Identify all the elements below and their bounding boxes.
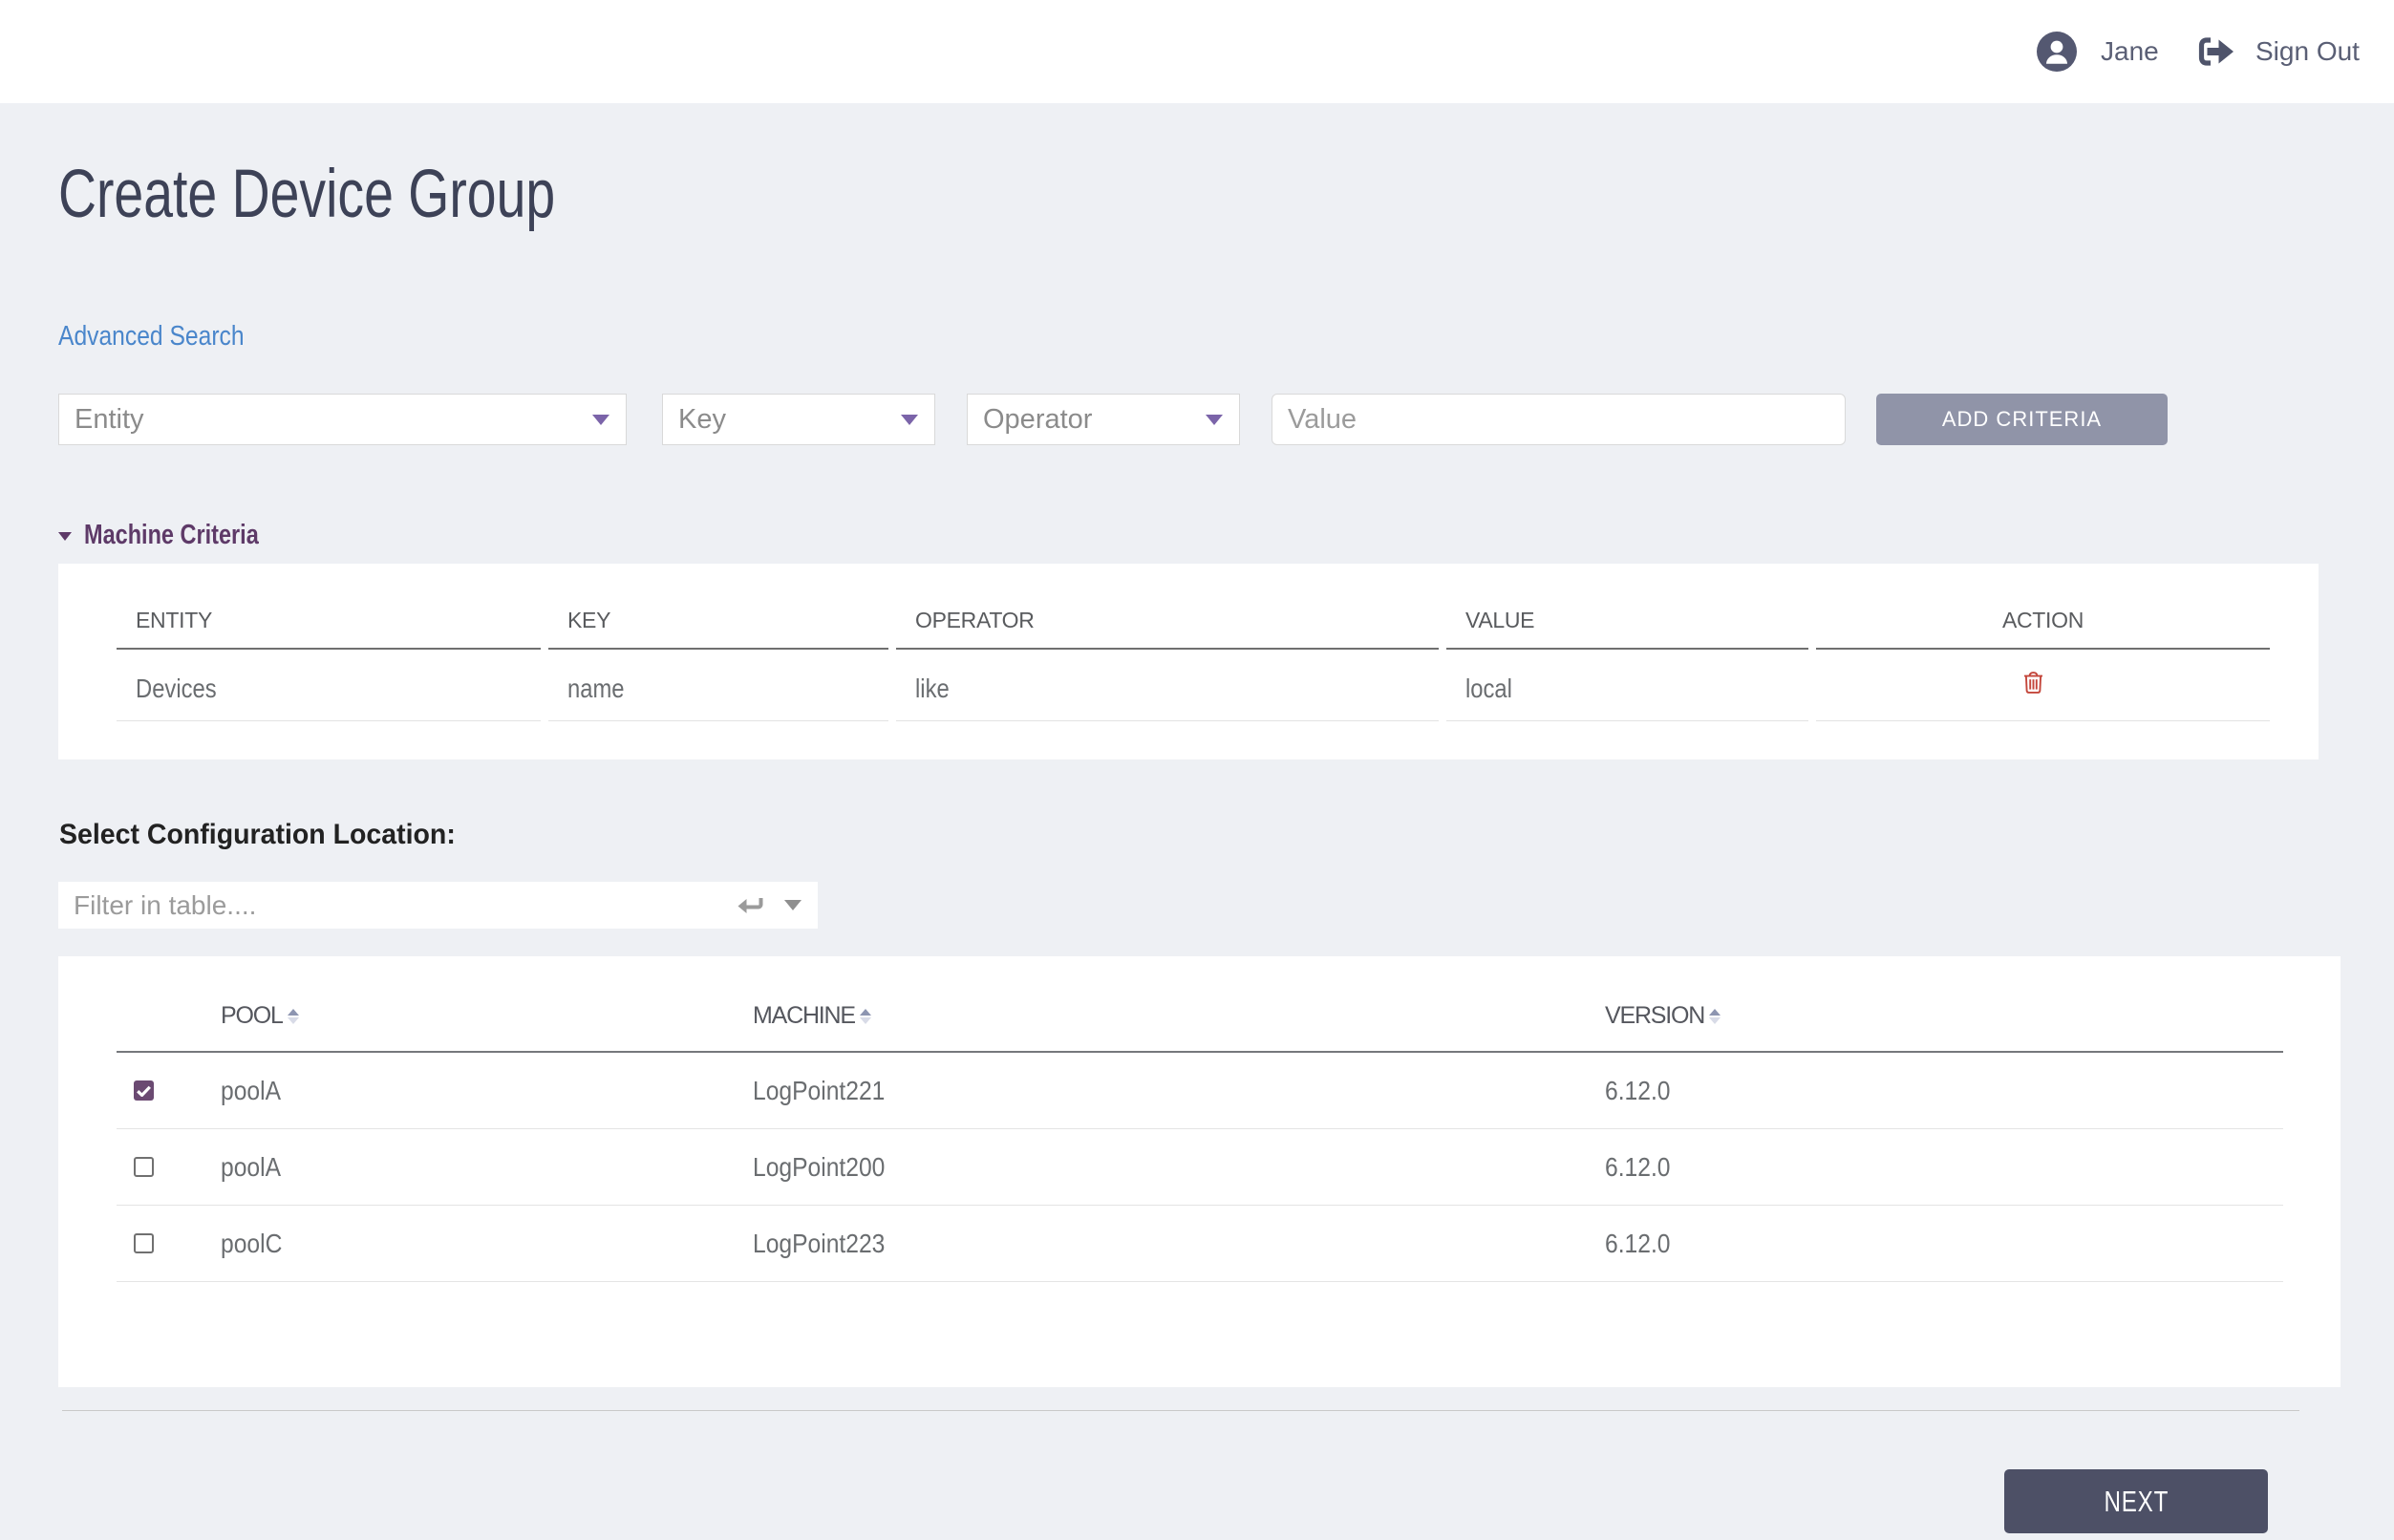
version-cell-text: 6.12.0 bbox=[1605, 1152, 1671, 1183]
sign-out-icon bbox=[2197, 37, 2234, 66]
pool-cell: poolA bbox=[203, 1129, 735, 1206]
machine-criteria-table: ENTITY KEY OPERATOR VALUE ACTION Devices… bbox=[117, 564, 2270, 721]
criteria-cell-key-text: name bbox=[567, 674, 625, 704]
next-button-label: NEXT bbox=[2104, 1485, 2169, 1519]
version-cell: 6.12.0 bbox=[1587, 1053, 2283, 1129]
column-header-operator-label: OPERATOR bbox=[915, 608, 1035, 633]
operator-select[interactable]: Operator bbox=[967, 394, 1240, 445]
user-name: Jane bbox=[2101, 36, 2159, 67]
filter-input[interactable] bbox=[58, 882, 818, 929]
chevron-down-icon bbox=[1206, 415, 1223, 425]
criteria-cell-value-text: local bbox=[1465, 674, 1512, 704]
filter-box bbox=[58, 882, 818, 929]
configuration-heading: Select Configuration Location: bbox=[59, 819, 456, 851]
row-checkbox[interactable] bbox=[134, 1157, 154, 1177]
sort-icon bbox=[288, 1009, 299, 1024]
column-header-key: KEY bbox=[548, 564, 888, 650]
delete-criteria-button[interactable] bbox=[2023, 672, 2043, 694]
page-title: Create Device Group bbox=[58, 156, 555, 233]
criteria-cell-value: local bbox=[1446, 650, 1808, 721]
criteria-cell-entity: Devices bbox=[117, 650, 541, 721]
criteria-cell-action bbox=[1816, 650, 2270, 721]
filter-dropdown-icon[interactable] bbox=[784, 900, 802, 910]
machine-header-label: MACHINE bbox=[753, 1002, 855, 1030]
operator-select-value: Operator bbox=[983, 404, 1092, 436]
machine-cell-text: LogPoint221 bbox=[753, 1076, 885, 1106]
column-header-action-label: ACTION bbox=[2002, 608, 2084, 633]
machine-cell-text: LogPoint223 bbox=[753, 1229, 885, 1259]
configuration-table: POOL MACHINE VERSION poolA LogPoint221 6… bbox=[117, 956, 2283, 1282]
footer-divider bbox=[62, 1410, 2299, 1411]
column-header-checkbox bbox=[117, 956, 203, 1053]
machine-cell: LogPoint223 bbox=[735, 1206, 1587, 1282]
user-menu[interactable]: Jane bbox=[2037, 0, 2159, 103]
criteria-cell-entity-text: Devices bbox=[136, 674, 217, 704]
column-header-action: ACTION bbox=[1816, 564, 2270, 650]
machine-criteria-label: Machine Criteria bbox=[84, 520, 259, 551]
column-header-entity-label: ENTITY bbox=[136, 608, 212, 633]
caret-down-icon bbox=[58, 532, 72, 541]
machine-criteria-card: ENTITY KEY OPERATOR VALUE ACTION Devices… bbox=[58, 564, 2319, 759]
pool-cell: poolA bbox=[203, 1053, 735, 1129]
pool-cell-text: poolC bbox=[221, 1229, 282, 1259]
criteria-cell-operator: like bbox=[896, 650, 1439, 721]
machine-cell-text: LogPoint200 bbox=[753, 1152, 885, 1183]
column-header-value-label: VALUE bbox=[1465, 608, 1534, 633]
sign-out-button[interactable]: Sign Out bbox=[2197, 0, 2360, 103]
row-checkbox[interactable] bbox=[134, 1233, 154, 1253]
column-header-version[interactable]: VERSION bbox=[1587, 956, 2283, 1053]
chevron-down-icon bbox=[592, 415, 609, 425]
version-cell-text: 6.12.0 bbox=[1605, 1076, 1671, 1106]
chevron-down-icon bbox=[901, 415, 918, 425]
sort-icon bbox=[860, 1009, 871, 1024]
user-avatar-icon bbox=[2037, 32, 2077, 72]
criteria-form: Entity Key Operator ADD CRITERIA bbox=[0, 394, 2394, 445]
next-button[interactable]: NEXT bbox=[2004, 1469, 2268, 1533]
row-checkbox-cell bbox=[117, 1053, 203, 1129]
version-cell: 6.12.0 bbox=[1587, 1129, 2283, 1206]
check-icon bbox=[137, 1085, 151, 1097]
configuration-table-card: POOL MACHINE VERSION poolA LogPoint221 6… bbox=[58, 956, 2341, 1387]
top-bar: Jane Sign Out bbox=[0, 0, 2394, 103]
pool-header-label: POOL bbox=[221, 1002, 283, 1030]
value-input[interactable] bbox=[1272, 394, 1846, 445]
row-checkbox-cell bbox=[117, 1206, 203, 1282]
version-cell: 6.12.0 bbox=[1587, 1206, 2283, 1282]
version-header-label: VERSION bbox=[1605, 1002, 1704, 1030]
add-criteria-button[interactable]: ADD CRITERIA bbox=[1876, 394, 2168, 445]
column-header-key-label: KEY bbox=[567, 608, 610, 633]
machine-cell: LogPoint221 bbox=[735, 1053, 1587, 1129]
row-checkbox-checked[interactable] bbox=[134, 1080, 154, 1101]
column-header-operator: OPERATOR bbox=[896, 564, 1439, 650]
enter-arrow-icon bbox=[737, 897, 763, 913]
column-header-entity: ENTITY bbox=[117, 564, 541, 650]
key-select[interactable]: Key bbox=[662, 394, 935, 445]
entity-select[interactable]: Entity bbox=[58, 394, 627, 445]
criteria-cell-operator-text: like bbox=[915, 674, 950, 704]
advanced-search-link[interactable]: Advanced Search bbox=[58, 321, 245, 353]
criteria-cell-key: name bbox=[548, 650, 888, 721]
version-cell-text: 6.12.0 bbox=[1605, 1229, 1671, 1259]
column-header-pool[interactable]: POOL bbox=[203, 956, 735, 1053]
sign-out-label: Sign Out bbox=[2255, 36, 2360, 67]
entity-select-value: Entity bbox=[75, 404, 144, 436]
machine-cell: LogPoint200 bbox=[735, 1129, 1587, 1206]
machine-criteria-toggle[interactable]: Machine Criteria bbox=[58, 518, 300, 552]
pool-cell-text: poolA bbox=[221, 1152, 281, 1183]
trash-icon bbox=[2023, 672, 2043, 694]
row-checkbox-cell bbox=[117, 1129, 203, 1206]
column-header-value: VALUE bbox=[1446, 564, 1808, 650]
pool-cell-text: poolA bbox=[221, 1076, 281, 1106]
sort-icon bbox=[1709, 1009, 1721, 1024]
key-select-value: Key bbox=[678, 404, 726, 436]
pool-cell: poolC bbox=[203, 1206, 735, 1282]
column-header-machine[interactable]: MACHINE bbox=[735, 956, 1587, 1053]
